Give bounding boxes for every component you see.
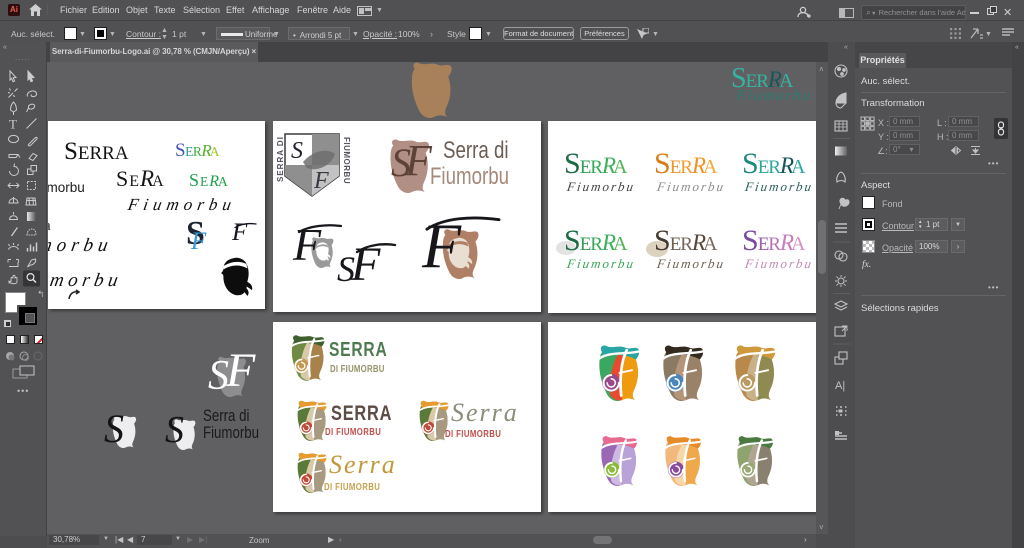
svg-text:A|: A| bbox=[835, 380, 845, 392]
svg-text:T: T bbox=[9, 117, 17, 132]
svg-text:F: F bbox=[313, 168, 329, 194]
svg-text:S: S bbox=[291, 138, 303, 164]
